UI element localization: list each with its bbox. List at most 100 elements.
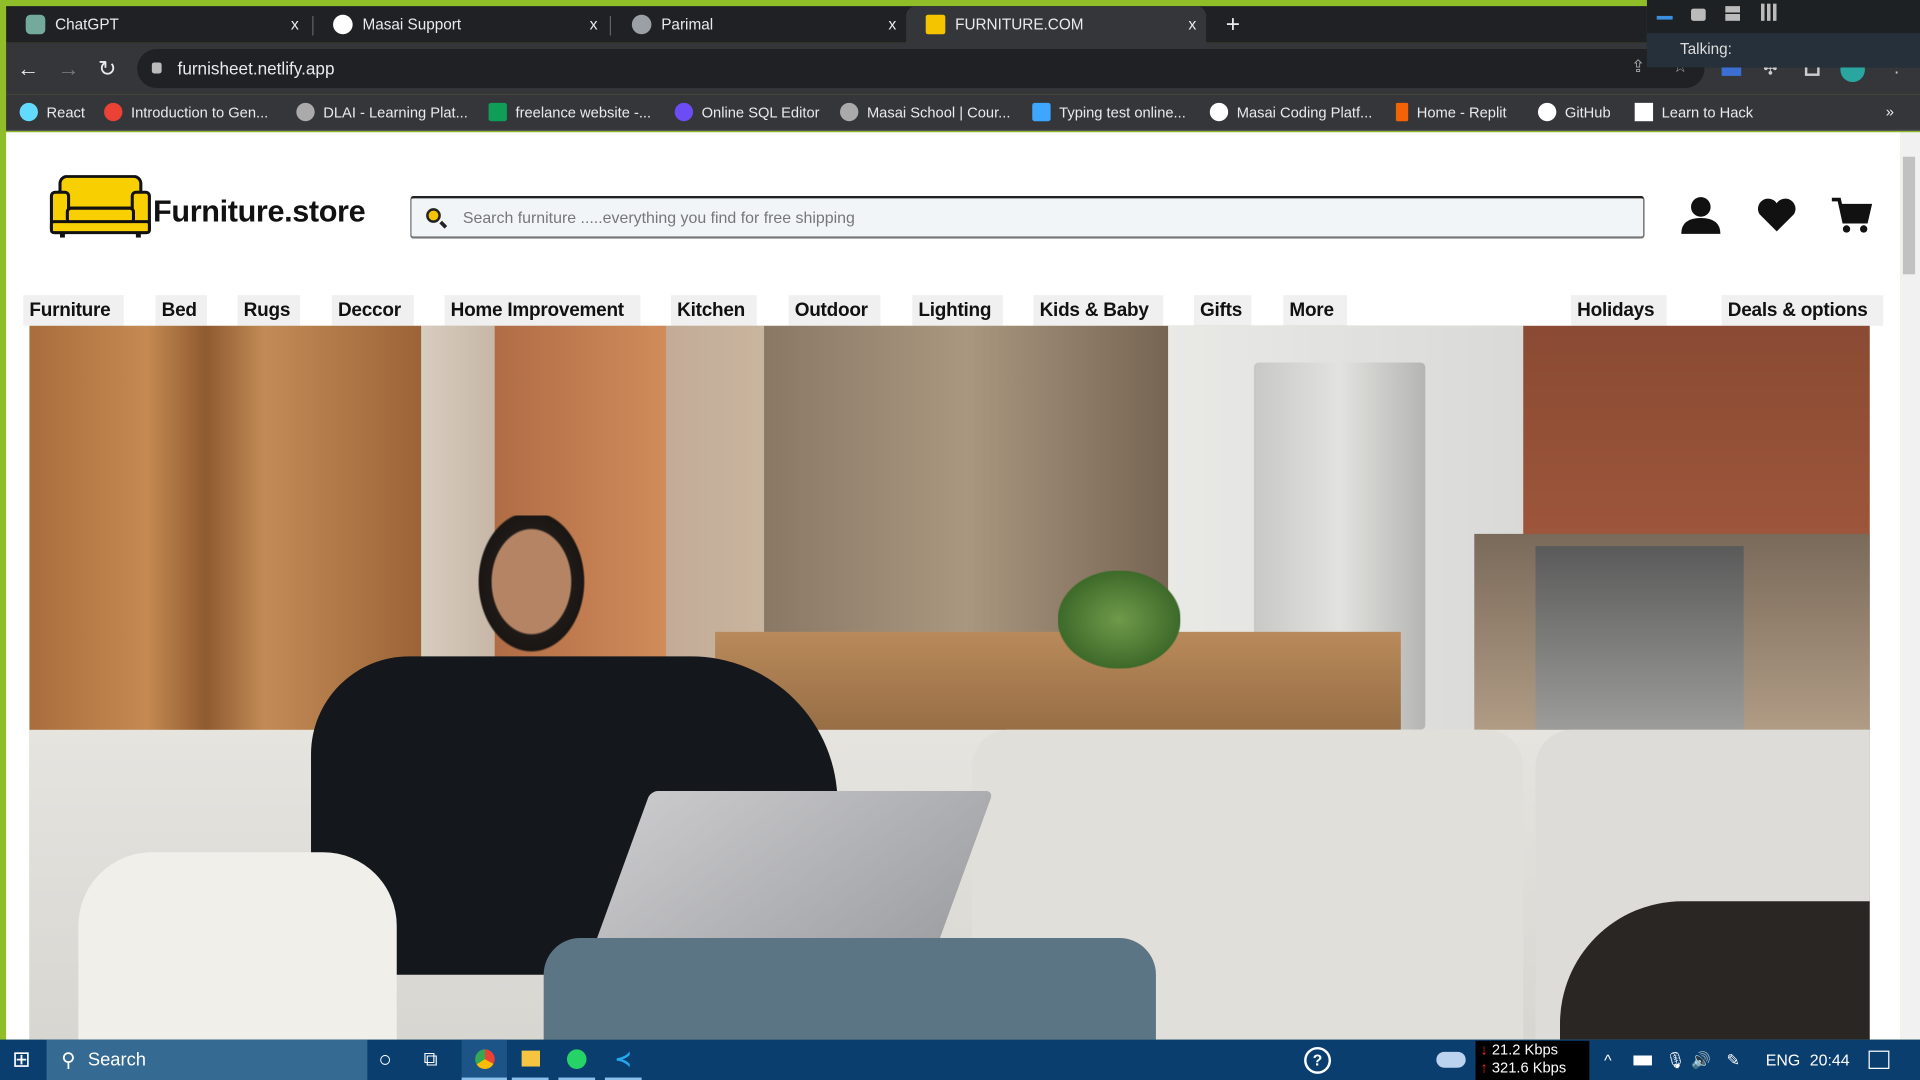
search-placeholder: Search furniture .....everything you fin… <box>462 208 855 227</box>
notifications-icon[interactable] <box>1868 1040 1890 1080</box>
sofa-logo-icon <box>49 175 151 238</box>
react-icon <box>19 102 38 122</box>
network-speed-meter: ↓ 21.2 Kbps ↑ 321.6 Kbps <box>1475 1040 1590 1080</box>
folder-icon <box>521 1050 540 1067</box>
nav-lighting[interactable]: Lighting <box>912 295 1003 326</box>
tab-masai-support[interactable]: Masai Support x <box>313 6 607 43</box>
bookmark-react[interactable]: React <box>19 102 85 122</box>
help-icon[interactable]: ? <box>1304 1040 1332 1080</box>
nav-home-improvement[interactable]: Home Improvement <box>444 295 641 326</box>
close-tab-icon[interactable]: x <box>291 15 299 33</box>
taskbar-search-label: Search <box>87 1049 147 1071</box>
nav-rugs[interactable]: Rugs <box>237 295 301 326</box>
net-down: 21.2 Kbps <box>1491 1040 1559 1058</box>
taskbar-search[interactable]: ⚲ Search <box>46 1039 368 1080</box>
clock[interactable]: 20:44 <box>1810 1040 1850 1080</box>
new-tab-button[interactable]: + <box>1218 6 1240 43</box>
taskbar-whatsapp[interactable] <box>558 1040 596 1080</box>
bookmark-label: GitHub <box>1564 103 1611 121</box>
tab-title: Parimal <box>661 15 714 34</box>
back-icon[interactable]: ← <box>17 56 39 82</box>
hack-icon <box>1634 102 1654 122</box>
microphone-icon[interactable]: 🎙 <box>1665 1040 1685 1080</box>
close-tab-icon[interactable]: x <box>590 15 598 33</box>
nav-holidays[interactable]: Holidays <box>1571 295 1667 326</box>
reload-icon[interactable]: ↻ <box>98 56 116 82</box>
bookmark-learn-to-hack[interactable]: Learn to Hack <box>1634 102 1753 122</box>
start-windows-icon[interactable]: ⊞ <box>12 1040 30 1080</box>
task-view-icon[interactable]: ⧉ <box>424 1040 438 1080</box>
globe-icon <box>631 14 652 35</box>
onedrive-cloud-icon[interactable] <box>1436 1040 1466 1080</box>
hero-image <box>29 325 1870 1040</box>
tab-chatgpt[interactable]: ChatGPT x <box>6 6 308 43</box>
bookmark-replit[interactable]: Home - Replit <box>1395 102 1507 122</box>
address-bar[interactable]: furnisheet.netlify.app ⇪ ☆ <box>137 48 1705 89</box>
bookmark-github[interactable]: GitHub <box>1537 102 1611 122</box>
bookmark-intro-gen[interactable]: Introduction to Gen... <box>104 102 269 122</box>
bookmark-label: freelance website -... <box>515 103 652 121</box>
download-arrow-icon: ↓ <box>1480 1040 1488 1058</box>
bookmark-dlai[interactable]: DLAI - Learning Plat... <box>296 102 468 122</box>
tab-title: ChatGPT <box>55 15 119 34</box>
search-icon <box>426 208 441 223</box>
pen-icon[interactable]: ✎ <box>1727 1040 1740 1080</box>
bookmark-label: Introduction to Gen... <box>131 103 269 121</box>
nav-more[interactable]: More <box>1283 295 1347 326</box>
bookmark-label: DLAI - Learning Plat... <box>323 103 468 121</box>
lock-icon <box>151 62 162 74</box>
nav-kitchen[interactable]: Kitchen <box>671 295 757 326</box>
nav-deals-options[interactable]: Deals & options <box>1721 295 1884 326</box>
globe-icon <box>840 102 859 122</box>
tab-strip: ChatGPT x Masai Support x Parimal x FURNITU… <box>6 6 1647 43</box>
close-tab-icon[interactable]: x <box>888 15 896 33</box>
nav-outdoor[interactable]: Outdoor <box>788 295 881 326</box>
sql-icon <box>674 102 694 122</box>
tab-parimal[interactable]: Parimal x <box>612 6 906 43</box>
bookmark-masai-coding[interactable]: Masai Coding Platf... <box>1209 102 1373 122</box>
forward-icon[interactable]: → <box>58 56 80 82</box>
taskbar-chrome[interactable] <box>461 1039 507 1080</box>
bookmarks-bar: React Introduction to Gen... DLAI - Lear… <box>6 94 1920 132</box>
cart-icon[interactable] <box>1831 196 1873 235</box>
grid-view-icon[interactable] <box>1760 3 1778 21</box>
nav-kids-baby[interactable]: Kids & Baby <box>1033 295 1164 326</box>
volume-icon[interactable]: 🔊 <box>1691 1040 1711 1080</box>
sheets-icon <box>488 102 507 122</box>
more-bookmarks-button[interactable]: » <box>1886 103 1894 120</box>
bookmark-label: Typing test online... <box>1059 103 1186 121</box>
bookmark-freelance[interactable]: freelance website -... <box>488 102 652 122</box>
single-view-icon[interactable] <box>1691 8 1706 21</box>
account-icon[interactable] <box>1680 196 1722 235</box>
bookmark-typing-test[interactable]: Typing test online... <box>1032 102 1186 122</box>
search-input[interactable]: Search furniture .....everything you fin… <box>410 195 1645 239</box>
language-indicator[interactable]: ENG <box>1766 1040 1800 1080</box>
replit-icon <box>1395 102 1409 122</box>
nav-furniture[interactable]: Furniture <box>23 295 124 326</box>
cortana-icon[interactable]: ○ <box>378 1040 391 1080</box>
nav-gifts[interactable]: Gifts <box>1193 295 1252 326</box>
split-view-icon[interactable] <box>1725 6 1741 21</box>
nav-bed[interactable]: Bed <box>155 295 207 326</box>
close-tab-icon[interactable]: x <box>1188 15 1196 33</box>
bookmark-masai-school[interactable]: Masai School | Cour... <box>840 102 1011 122</box>
minimize-icon[interactable] <box>1656 15 1673 20</box>
taskbar: ⊞ ⚲ Search ○ ⧉ ≺ ? ↓ 21.2 Kbps ↑ 321.6 Kb… <box>0 1039 1920 1080</box>
bookmark-sql-editor[interactable]: Online SQL Editor <box>674 102 820 122</box>
sofa-favicon-icon <box>925 14 946 35</box>
tab-furniture[interactable]: FURNITURE.COM x <box>906 6 1207 43</box>
bookmark-label: Masai Coding Platf... <box>1236 103 1373 121</box>
logo[interactable]: Furniture.store <box>49 175 404 239</box>
bookmark-label: React <box>46 103 85 121</box>
bookmark-label: Masai School | Cour... <box>866 103 1011 121</box>
url-text[interactable]: furnisheet.netlify.app <box>178 59 335 79</box>
taskbar-vscode[interactable]: ≺ <box>604 1040 642 1080</box>
scrollbar-thumb[interactable] <box>1902 156 1916 275</box>
wishlist-heart-icon[interactable] <box>1756 198 1798 232</box>
share-icon[interactable]: ⇪ <box>1631 56 1645 77</box>
logo-text: Furniture.store <box>153 194 366 229</box>
battery-icon[interactable] <box>1633 1040 1652 1080</box>
taskbar-file-explorer[interactable] <box>511 1040 549 1080</box>
nav-deccor[interactable]: Deccor <box>331 295 414 326</box>
show-hidden-icons-chevron[interactable]: ^ <box>1604 1040 1611 1080</box>
